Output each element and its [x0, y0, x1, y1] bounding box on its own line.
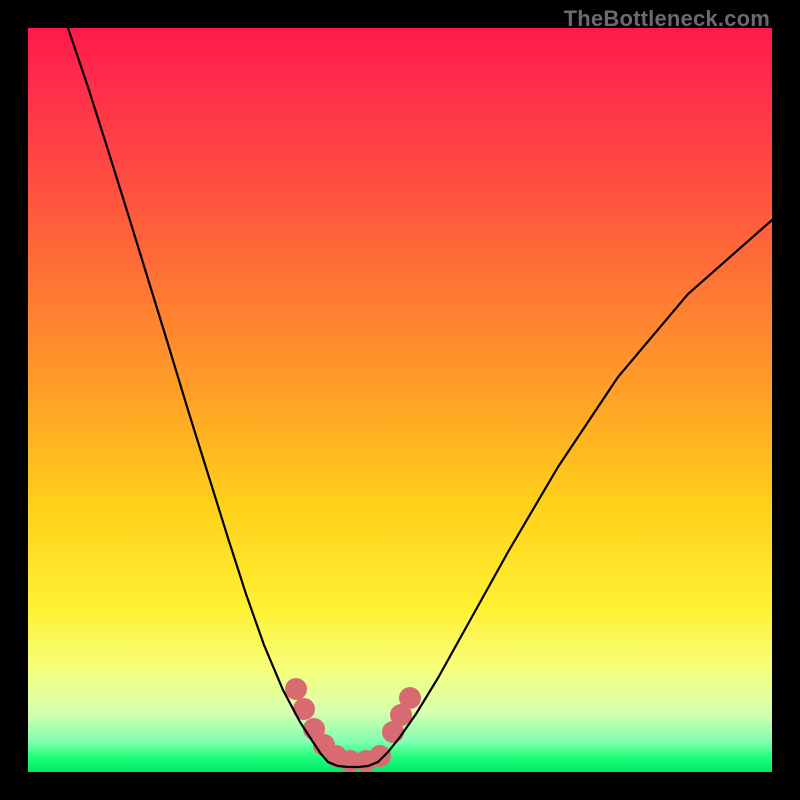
left-curve	[68, 28, 328, 762]
watermark-text: TheBottleneck.com	[564, 6, 770, 32]
chart-frame: TheBottleneck.com	[0, 0, 800, 800]
bottleneck-marker	[399, 687, 421, 709]
plot-area	[28, 28, 772, 772]
bottleneck-marker	[285, 678, 307, 700]
marker-group	[285, 678, 421, 772]
curves-svg	[28, 28, 772, 772]
right-curve	[378, 220, 772, 762]
